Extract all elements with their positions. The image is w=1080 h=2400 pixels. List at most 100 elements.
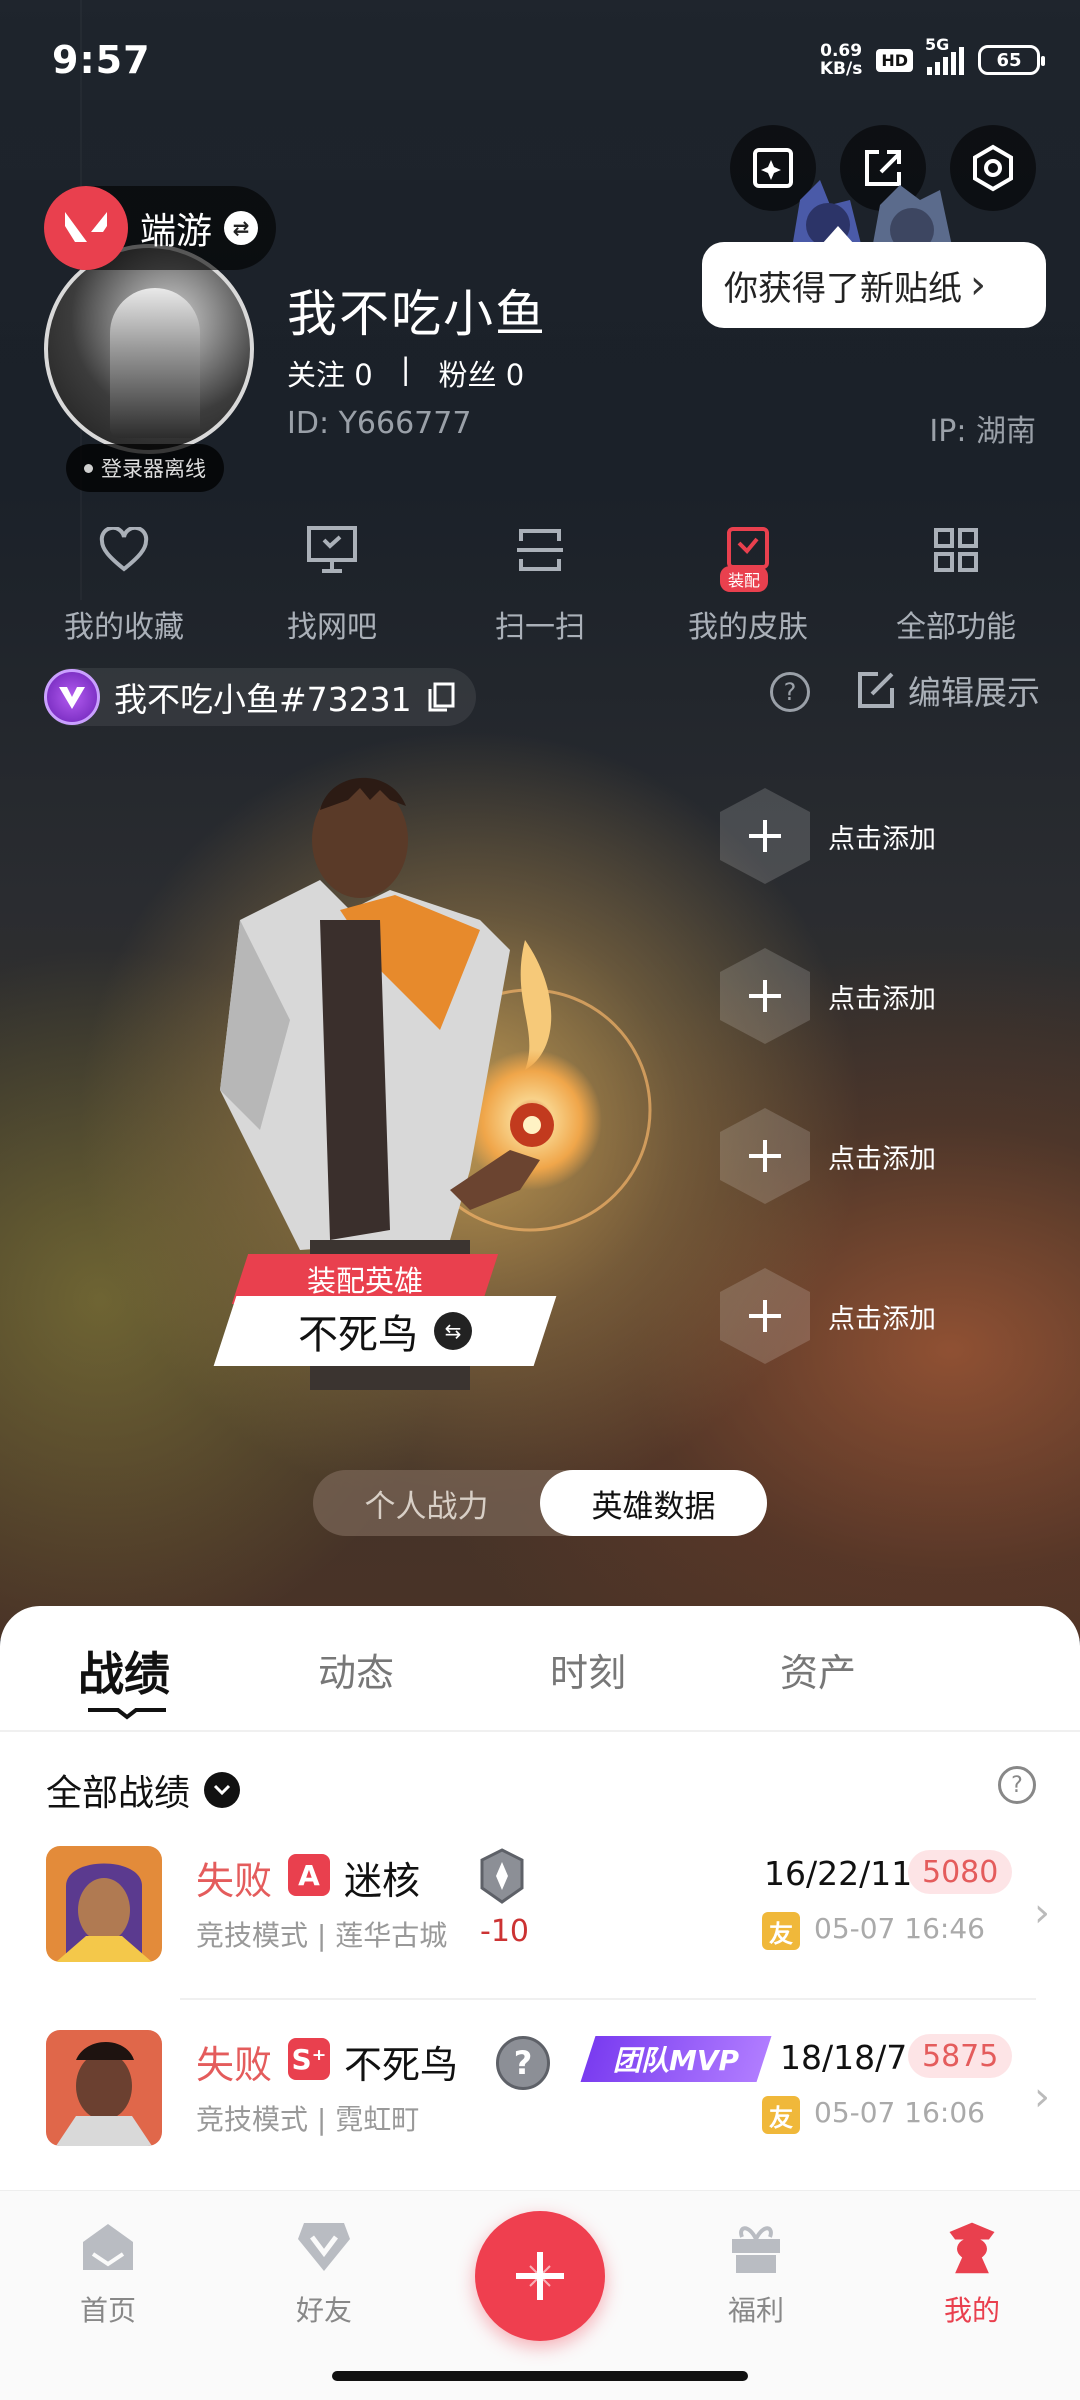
combat-score: 5080	[908, 1850, 1013, 1894]
add-slot-4[interactable]: 点击添加	[720, 1268, 936, 1364]
status-bar: 9:57 0.69 KB/s HD 5G 65	[52, 30, 1045, 90]
battery-level: 65	[996, 49, 1022, 71]
tab-assets[interactable]: 资产	[780, 1642, 856, 1697]
friends-icon	[294, 2217, 354, 2277]
plus-icon	[720, 1108, 810, 1204]
battery-icon: 65	[978, 45, 1045, 75]
gift-icon	[726, 2217, 786, 2277]
plus-icon	[516, 2252, 564, 2300]
combat-score: 5875	[908, 2034, 1013, 2078]
toggle-personal-power[interactable]: 个人战力	[313, 1470, 540, 1536]
edit-display-button[interactable]: 编辑展示	[856, 666, 1040, 714]
stats-separator: |	[400, 352, 411, 386]
match-result: 失败	[196, 2043, 273, 2087]
speed-value: 0.69	[820, 41, 863, 61]
avatar[interactable]	[44, 244, 254, 454]
nav-home[interactable]: 首页	[48, 2217, 168, 2329]
rank-medal-icon	[480, 1848, 524, 1904]
game-name: 端游	[140, 211, 213, 252]
status-time: 9:57	[52, 38, 151, 82]
tab-bar: 战绩 动态 时刻 资产	[0, 1606, 1080, 1732]
nav-friends[interactable]: 好友	[264, 2217, 384, 2329]
nav-label: 我的	[943, 2294, 1000, 2327]
equipped-hero-card[interactable]: 不死鸟 ⇆	[213, 1296, 557, 1366]
new-sticker-tooltip[interactable]: 你获得了新贴纸 ›	[702, 226, 1046, 328]
quick-item-find-cafe[interactable]: 找网吧	[232, 520, 432, 646]
plus-icon	[720, 788, 810, 884]
quick-item-skins[interactable]: 装配 我的皮肤	[648, 520, 848, 646]
scan-icon	[510, 520, 570, 580]
user-id: ID: Y666777	[287, 406, 472, 441]
following-count[interactable]: 关注 0	[287, 352, 373, 394]
riot-id-pill[interactable]: 我不吃小鱼#73231	[44, 668, 476, 726]
launcher-status-badge: 登录器离线	[66, 444, 224, 492]
home-indicator[interactable]	[332, 2371, 748, 2381]
match-mode-map: 竞技模式 | 霓虹町	[196, 2103, 420, 2136]
add-slot-label: 点击添加	[828, 823, 936, 855]
quick-functions: 我的收藏 找网吧 扫一扫 装配 我的皮肤 全部功能	[20, 520, 1060, 646]
valorant-logo-icon	[44, 186, 128, 270]
rank-badge: A	[288, 1854, 330, 1896]
nav-label: 首页	[79, 2294, 136, 2327]
rank-badge: S⁺	[288, 2038, 330, 2080]
avatar-figure	[110, 288, 200, 438]
network-type: 5G	[925, 35, 950, 54]
help-icon[interactable]: ?	[770, 672, 810, 712]
tab-records[interactable]: 战绩	[78, 1638, 170, 1704]
add-slot-2[interactable]: 点击添加	[720, 948, 936, 1044]
kda: 16/22/11	[764, 1854, 913, 1893]
quick-item-label: 扫一扫	[495, 610, 585, 645]
match-row[interactable]: 失败 S⁺ 不死鸟 ? 团队MVP 竞技模式 | 霓虹町 18/18/7 587…	[0, 2030, 1080, 2210]
create-post-button[interactable]	[475, 2211, 605, 2341]
nav-label: 好友	[295, 2294, 352, 2327]
hd-badge: HD	[876, 48, 913, 72]
launcher-status-text: 登录器离线	[101, 457, 206, 481]
nav-label: 福利	[727, 2294, 784, 2327]
nav-profile[interactable]: 我的	[912, 2217, 1032, 2329]
signal-icon: 5G	[925, 35, 964, 75]
quick-item-label: 全部功能	[896, 610, 1016, 645]
nav-benefits[interactable]: 福利	[696, 2217, 816, 2329]
filter-label: 全部战绩	[46, 1773, 191, 1814]
chevron-down-icon	[204, 1772, 241, 1808]
profile-icon	[942, 2217, 1002, 2277]
team-mvp-text: 团队MVP	[612, 2044, 740, 2077]
quick-item-label: 我的皮肤	[688, 610, 808, 645]
status-icons: 0.69 KB/s HD 5G 65	[820, 35, 1045, 78]
following-label: 关注	[287, 358, 346, 392]
agent-name: 迷核	[344, 1859, 421, 1903]
add-slot-3[interactable]: 点击添加	[720, 1108, 936, 1204]
fans-label: 粉丝	[438, 358, 497, 392]
copy-icon[interactable]	[426, 681, 456, 713]
equipped-hero-tag-text: 装配英雄	[306, 1264, 423, 1298]
fans-count[interactable]: 粉丝 0	[438, 352, 524, 394]
quick-item-scan[interactable]: 扫一扫	[440, 520, 640, 646]
chevron-right-icon: ›	[1034, 2074, 1050, 2120]
plus-icon	[720, 948, 810, 1044]
home-icon	[78, 2217, 138, 2277]
match-time: 05-07 16:46	[814, 1912, 985, 1945]
records-filter[interactable]: 全部战绩	[46, 1764, 241, 1816]
monitor-icon	[302, 520, 362, 580]
agent-portrait	[46, 2030, 162, 2146]
tab-moments[interactable]: 时刻	[550, 1642, 626, 1697]
tab-feed[interactable]: 动态	[318, 1642, 394, 1697]
game-switcher[interactable]: 端游 ⇄	[44, 186, 277, 270]
unranked-icon: ?	[496, 2036, 550, 2090]
settings-icon	[973, 144, 1013, 192]
agent-name: 不死鸟	[344, 2043, 459, 2087]
kda: 18/18/7	[780, 2038, 908, 2077]
match-result: 失败	[196, 1859, 273, 1903]
grid-icon	[926, 520, 986, 580]
sticker-tooltip-text: 你获得了新贴纸	[724, 268, 962, 309]
follow-stats: 关注 0 | 粉丝 0	[287, 352, 524, 394]
quick-item-all-functions[interactable]: 全部功能	[856, 520, 1056, 646]
team-mvp-badge: 团队MVP	[580, 2036, 772, 2082]
toggle-hero-data[interactable]: 英雄数据	[540, 1470, 767, 1536]
divider	[0, 1730, 1080, 1732]
stats-toggle: 个人战力 英雄数据	[313, 1470, 767, 1536]
add-slot-1[interactable]: 点击添加	[720, 788, 936, 884]
quick-item-favorites[interactable]: 我的收藏	[24, 520, 224, 646]
help-icon[interactable]: ?	[998, 1766, 1036, 1804]
following-value: 0	[354, 358, 373, 392]
